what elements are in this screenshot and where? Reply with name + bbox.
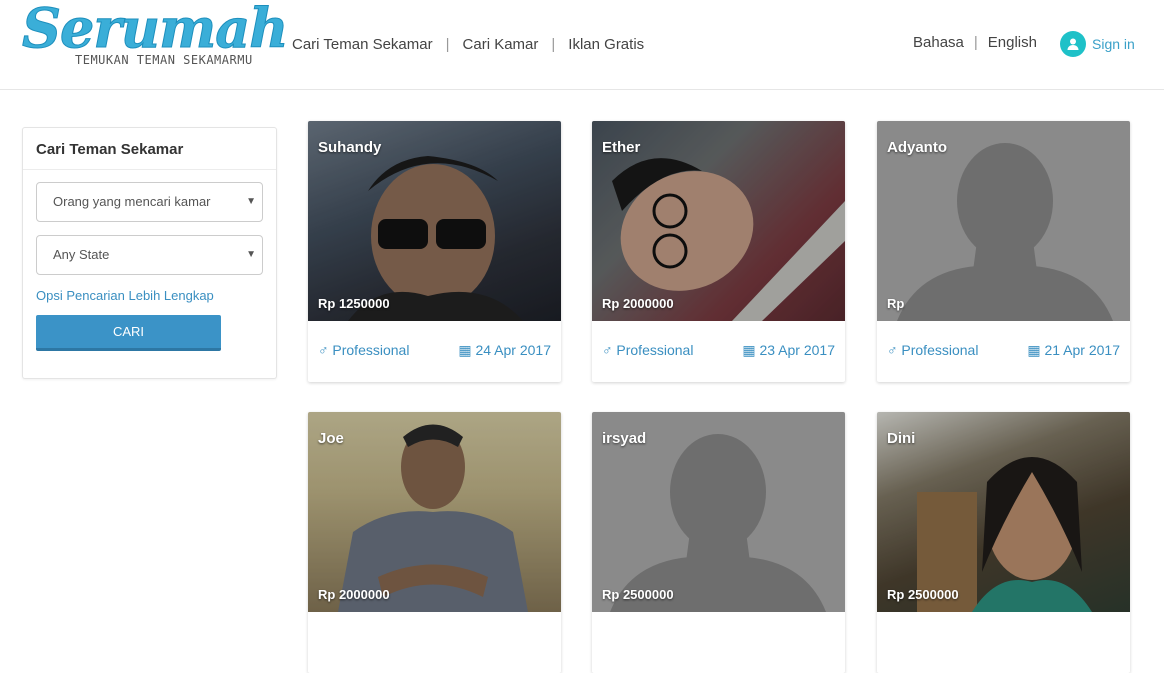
nav-separator: | [445,36,450,53]
listing-occupation: ♂ Professional [318,342,409,361]
listing-card[interactable]: Dini Rp 2500000 [877,412,1130,673]
listing-card[interactable]: irsyad Rp 2500000 [592,412,845,673]
search-panel: Cari Teman Sekamar Orang yang mencari ka… [22,127,277,379]
listing-price: Rp 2000000 [602,296,674,311]
search-button[interactable]: CARI [36,315,221,351]
type-select-value: Orang yang mencari kamar [53,194,211,209]
nav-separator: | [551,36,556,53]
advanced-search-link[interactable]: Opsi Pencarian Lebih Lengkap [36,288,214,303]
listing-meta: ♂ Professional ▦ 21 Apr 2017 [877,321,1130,382]
occupation-label: Professional [901,342,979,358]
search-panel-title: Cari Teman Sekamar [23,128,276,170]
nav-iklan-gratis[interactable]: Iklan Gratis [568,36,644,53]
male-icon: ♂ [318,342,329,358]
listing-photo-placeholder[interactable]: Adyanto Rp [877,121,1130,321]
listing-occupation: ♂ Professional [887,342,978,361]
listing-price: Rp [887,296,905,311]
listing-meta: ♂ Professional ▦ 23 Apr 2017 [592,321,845,382]
listing-card[interactable]: Ether Rp 2000000 ♂ Professional ▦ 23 Apr… [592,121,845,382]
calendar-icon: ▦ [742,342,756,358]
listing-meta: ♂ Professional ▦ 24 Apr 2017 [308,321,561,382]
signin-label: Sign in [1092,36,1135,52]
date-label: 23 Apr 2017 [759,342,835,358]
listing-name: Dini [887,430,916,447]
date-label: 24 Apr 2017 [475,342,551,358]
main-nav: Cari Teman Sekamar | Cari Kamar | Iklan … [292,36,644,53]
listing-date: ▦ 24 Apr 2017 [458,342,551,361]
site-header: Serumah TEMUKAN TEMAN SEKAMARMU Cari Tem… [0,0,1164,90]
nav-cari-teman-sekamar[interactable]: Cari Teman Sekamar [292,36,433,53]
state-select-value: Any State [53,247,110,262]
listing-occupation: ♂ Professional [602,342,693,361]
male-icon: ♂ [602,342,613,358]
listing-price: Rp 2500000 [602,587,674,602]
nav-cari-kamar[interactable]: Cari Kamar [463,36,539,53]
listing-name: Ether [602,139,641,156]
listing-card[interactable]: Joe Rp 2000000 [308,412,561,673]
caret-down-icon: ▼ [246,196,256,207]
listing-price: Rp 1250000 [318,296,390,311]
occupation-label: Professional [616,342,694,358]
user-icon [1060,31,1086,57]
listing-photo[interactable]: Dini Rp 2500000 [877,412,1130,612]
lang-english[interactable]: English [988,34,1037,51]
listing-date: ▦ 21 Apr 2017 [1027,342,1120,361]
logo-tagline: TEMUKAN TEMAN SEKAMARMU [75,53,253,67]
date-label: 21 Apr 2017 [1044,342,1120,358]
calendar-icon: ▦ [1027,342,1041,358]
type-select[interactable]: Orang yang mencari kamar ▼ [36,182,263,222]
listing-photo[interactable]: Suhandy Rp 1250000 [308,121,561,321]
listing-photo[interactable]: Ether Rp 2000000 [592,121,845,321]
listing-photo[interactable]: Joe Rp 2000000 [308,412,561,612]
listing-name: Suhandy [318,139,382,156]
language-switcher: Bahasa | English [913,34,1037,51]
state-select[interactable]: Any State ▼ [36,235,263,275]
caret-down-icon: ▼ [246,249,256,260]
occupation-label: Professional [332,342,410,358]
listing-price: Rp 2000000 [318,587,390,602]
listing-card[interactable]: Adyanto Rp ♂ Professional ▦ 21 Apr 2017 [877,121,1130,382]
listing-date: ▦ 23 Apr 2017 [742,342,835,361]
lang-separator: | [973,34,978,51]
listing-name: Joe [318,430,344,447]
listing-name: Adyanto [887,139,947,156]
lang-bahasa[interactable]: Bahasa [913,34,964,51]
logo[interactable]: Serumah TEMUKAN TEMAN SEKAMARMU [21,0,288,74]
listing-price: Rp 2500000 [887,587,959,602]
listing-name: irsyad [602,430,647,447]
logo-wordmark: Serumah [21,0,288,61]
calendar-icon: ▦ [458,342,472,358]
listing-photo-placeholder[interactable]: irsyad Rp 2500000 [592,412,845,612]
listing-card[interactable]: Suhandy Rp 1250000 ♂ Professional ▦ 24 A… [308,121,561,382]
signin-link[interactable]: Sign in [1060,31,1135,57]
male-icon: ♂ [887,342,898,358]
